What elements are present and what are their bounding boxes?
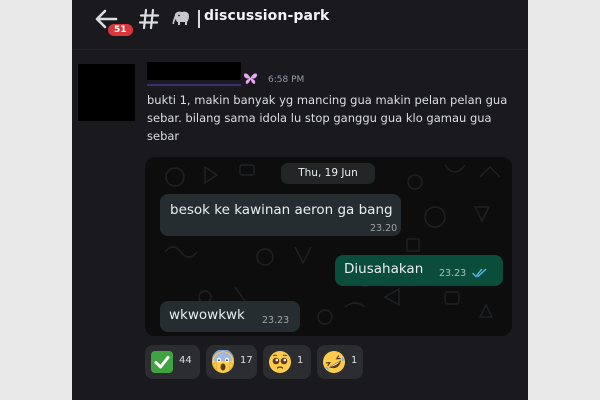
reaction-screaming-face[interactable]: 17 xyxy=(206,345,257,379)
author-role-color-bar xyxy=(147,84,241,86)
reaction-check-mark[interactable]: 44 xyxy=(145,345,200,379)
reaction-rolling-laughing[interactable]: 1 xyxy=(317,345,363,379)
bubble-time: 23.23 xyxy=(262,315,290,326)
bubble-text: wkwowkwk xyxy=(169,307,245,323)
message-timestamp: 6:58 PM xyxy=(268,75,305,85)
outgoing-chat-bubble: Diusahakan 23.23 xyxy=(335,255,503,286)
header-divider xyxy=(198,10,200,28)
bubble-time: 23.23 xyxy=(439,268,467,279)
bubble-text: besok ke kawinan aeron ga bang xyxy=(170,202,393,218)
image-attachment[interactable]: Thu, 19 Jun besok ke kawinan aeron ga ba… xyxy=(145,157,512,336)
unread-badge: 51 xyxy=(106,22,135,38)
discord-app: 51 discussion-park 6:58 PM bukti 1, maki… xyxy=(72,0,528,400)
bubble-time: 23.20 xyxy=(370,223,398,234)
incoming-chat-bubble: besok ke kawinan aeron ga bang 23.20 xyxy=(160,194,401,236)
bubble-text: Diusahakan xyxy=(344,261,424,277)
butterfly-icon xyxy=(244,73,257,84)
pleading-face-emoji-icon xyxy=(269,351,291,373)
message-text: bukti 1, makin banyak yg mancing gua mak… xyxy=(147,93,508,143)
hash-icon xyxy=(138,8,160,30)
reaction-count: 44 xyxy=(179,355,192,366)
reaction-count: 17 xyxy=(240,355,253,366)
incoming-chat-bubble: wkwowkwk 23.23 xyxy=(160,301,300,332)
reaction-pleading-face[interactable]: 1 xyxy=(263,345,311,379)
date-chip: Thu, 19 Jun xyxy=(281,163,375,184)
channel-name: discussion-park xyxy=(204,8,330,24)
elephant-icon xyxy=(172,11,189,25)
rolling-laughing-emoji-icon xyxy=(323,351,345,373)
reaction-count: 1 xyxy=(351,355,358,366)
author-name-redacted[interactable] xyxy=(147,62,241,80)
reaction-count: 1 xyxy=(297,355,304,366)
avatar[interactable] xyxy=(78,64,135,121)
screaming-face-emoji-icon xyxy=(212,350,234,373)
channel-header: 51 discussion-park xyxy=(72,0,528,50)
check-mark-emoji-icon xyxy=(151,351,173,373)
double-check-icon xyxy=(472,268,487,278)
